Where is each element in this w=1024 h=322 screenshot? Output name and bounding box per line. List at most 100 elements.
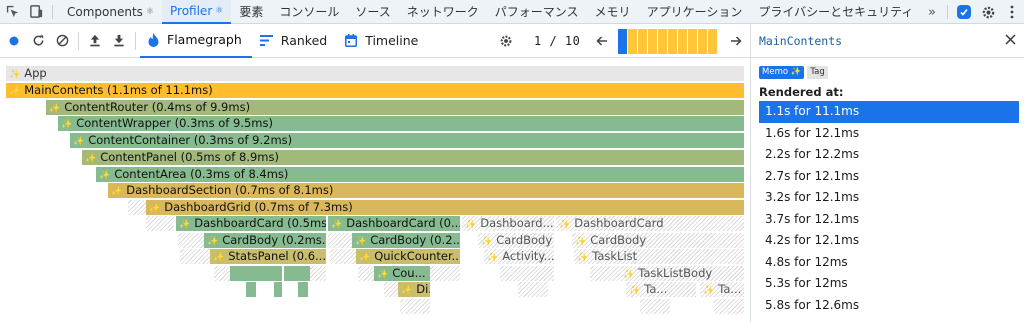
flame-node-tasklistbody[interactable]: ✨ TaskListBody xyxy=(620,266,744,281)
flame-node-label: ContentWrapper (0.3ms of 9.5ms) xyxy=(76,116,273,131)
flame-node-hatched[interactable] xyxy=(384,282,398,297)
flame-node[interactable]: ✨ ContentContainer (0.3ms of 9.2ms) xyxy=(70,133,744,149)
render-list-item[interactable]: 5.8s for 12.6ms xyxy=(759,295,1019,317)
flame-node-hatched[interactable] xyxy=(180,249,210,264)
commit-bar[interactable] xyxy=(668,29,678,54)
flame-node-di[interactable]: ✨Di... xyxy=(398,282,430,297)
flame-node-counter[interactable]: ✨ Cou... xyxy=(374,266,430,281)
devtools-tab[interactable]: ネットワーク xyxy=(399,0,487,24)
close-icon[interactable] xyxy=(1005,34,1016,48)
reload-and-profile-icon[interactable] xyxy=(26,24,50,58)
flame-node-label: TaskListBody xyxy=(638,266,713,280)
ai-assistance-icon[interactable] xyxy=(952,0,976,24)
flame-node[interactable]: ✨ ContentArea (0.3ms of 8.4ms) xyxy=(96,166,744,182)
flame-node-dashboardcard[interactable]: ✨ DashboardCard (0.... xyxy=(328,216,460,231)
commit-navigator: 1 / 10 xyxy=(494,24,748,58)
flame-node[interactable] xyxy=(284,266,310,281)
next-commit-arrow-icon[interactable] xyxy=(724,24,748,58)
flame-node-cardbody[interactable]: ✨ CardBody xyxy=(572,233,744,248)
render-list-item[interactable]: 3.7s for 12.1ms xyxy=(759,209,1019,231)
flame-node-cardbody[interactable]: ✨ CardBody (0.2ms... xyxy=(204,233,326,248)
render-list-item[interactable]: 2.2s for 12.2ms xyxy=(759,144,1019,166)
flame-node-hatched[interactable] xyxy=(640,299,670,314)
flame-node-hatched[interactable] xyxy=(400,299,430,314)
flame-node-app[interactable]: ✨ App xyxy=(6,66,744,81)
flame-node-dashboardcard[interactable]: ✨ Dashboard... xyxy=(462,216,554,231)
commit-bar[interactable] xyxy=(628,29,638,54)
more-options-icon[interactable] xyxy=(1000,0,1024,24)
devtools-tab[interactable]: ソース xyxy=(347,0,398,24)
download-icon[interactable] xyxy=(107,24,131,58)
flame-node[interactable]: ✨ DashboardGrid (0.7ms of 7.3ms) xyxy=(146,199,744,215)
flame-node-hatched[interactable] xyxy=(214,266,230,281)
flame-node-hatched[interactable] xyxy=(430,266,460,281)
flame-node-hatched[interactable] xyxy=(714,299,744,314)
commit-bar[interactable] xyxy=(708,29,718,54)
flame-node-statspanel[interactable]: ✨ StatsPanel (0.6... xyxy=(210,249,326,264)
flame-node-tasklist[interactable]: ✨ TaskList xyxy=(574,249,744,264)
flame-node[interactable] xyxy=(246,282,256,297)
flame-node[interactable] xyxy=(298,282,308,297)
flame-node-dashboardcard[interactable]: ✨ DashboardCard xyxy=(556,216,744,231)
render-list-item[interactable]: 3.2s for 12.1ms xyxy=(759,187,1019,209)
flame-node[interactable]: ✨ ContentWrapper (0.3ms of 9.5ms) xyxy=(58,116,744,132)
flame-node[interactable]: ✨ ContentPanel (0.5ms of 8.9ms) xyxy=(82,149,744,165)
flame-node-hatched[interactable] xyxy=(590,266,620,281)
flame-node-hatched[interactable] xyxy=(146,216,174,231)
flame-node-task[interactable]: ✨ Ta... xyxy=(626,282,696,297)
flame-node-hatched[interactable] xyxy=(330,249,356,264)
commit-bar[interactable] xyxy=(658,29,668,54)
flame-node-task[interactable]: ✨ Ta... xyxy=(700,282,744,297)
tab-timeline[interactable]: Timeline xyxy=(337,24,428,58)
gear-icon[interactable] xyxy=(976,0,1000,24)
devtools-tab[interactable]: 要素 xyxy=(231,0,271,24)
record-button[interactable] xyxy=(2,24,26,58)
flame-node[interactable] xyxy=(274,282,282,297)
flame-node-activity[interactable]: ✨ Activity... xyxy=(484,249,554,264)
flame-node-hatched[interactable] xyxy=(518,282,548,297)
devtools-tab[interactable]: プライバシーとセキュリティ xyxy=(750,0,921,24)
commit-bar-chart[interactable] xyxy=(618,28,718,54)
devtools-tab[interactable]: コンソール xyxy=(271,0,347,24)
flame-node-hatched[interactable] xyxy=(178,233,204,248)
devtools-tab[interactable]: メモリ xyxy=(587,0,639,24)
commit-bar[interactable] xyxy=(698,29,708,54)
render-list-item[interactable]: 1.1s for 11.1ms xyxy=(759,101,1019,123)
inspect-element-icon[interactable] xyxy=(0,0,24,24)
devtools-tab[interactable]: アプリケーション xyxy=(639,0,751,24)
devtools-tab[interactable]: Profiler ⚛ xyxy=(162,0,232,24)
render-list-item[interactable]: 1.6s for 12.1ms xyxy=(759,123,1019,145)
flame-node-quickcounter[interactable]: ✨ QuickCounter... xyxy=(356,249,460,264)
previous-commit-arrow-icon[interactable] xyxy=(590,24,614,58)
flame-node[interactable] xyxy=(230,266,282,281)
flame-node-hatched[interactable] xyxy=(500,266,554,281)
flame-node[interactable]: ✨ DashboardSection (0.7ms of 8.1ms) xyxy=(108,183,744,199)
commit-bar[interactable] xyxy=(688,29,698,54)
devtools-tab[interactable]: Components ⚛ xyxy=(59,0,162,24)
flame-node[interactable]: ✨ ContentRouter (0.4ms of 9.9ms) xyxy=(46,99,744,115)
flame-node[interactable]: ✨ MainContents (1.1ms of 11.1ms) xyxy=(6,83,744,98)
render-list-item[interactable]: 4.2s for 12.1ms xyxy=(759,230,1019,252)
flame-node-cardbody[interactable]: ✨ CardBody (0.2... xyxy=(352,233,460,248)
flame-node-cardbody[interactable]: ✨ CardBody xyxy=(478,233,554,248)
flame-node-dashboardcard[interactable]: ✨ DashboardCard (0.5ms... xyxy=(176,216,326,231)
profiler-settings-gear-icon[interactable] xyxy=(494,24,518,58)
tab-flamegraph[interactable]: Flamegraph xyxy=(140,24,252,58)
render-list-item[interactable]: 5.3s for 12ms xyxy=(759,273,1019,295)
commit-bar[interactable] xyxy=(638,29,648,54)
commit-bar[interactable] xyxy=(618,29,628,54)
render-list-item[interactable]: 2.7s for 12.1ms xyxy=(759,166,1019,188)
commit-bar[interactable] xyxy=(648,29,658,54)
flame-node-hatched[interactable] xyxy=(358,266,374,281)
flame-node-hatched[interactable] xyxy=(128,200,146,215)
commit-bar[interactable] xyxy=(678,29,688,54)
devtools-tab[interactable]: パフォーマンス xyxy=(487,0,587,24)
device-toolbar-icon[interactable] xyxy=(24,0,48,24)
more-tabs-icon[interactable]: » xyxy=(921,5,943,20)
flame-node-hatched[interactable] xyxy=(328,233,352,248)
flame-node-hatched[interactable] xyxy=(310,266,326,281)
upload-icon[interactable] xyxy=(83,24,107,58)
render-list-item[interactable]: 4.8s for 12ms xyxy=(759,252,1019,274)
clear-profile-icon[interactable] xyxy=(50,24,74,58)
tab-ranked[interactable]: Ranked xyxy=(252,24,337,58)
